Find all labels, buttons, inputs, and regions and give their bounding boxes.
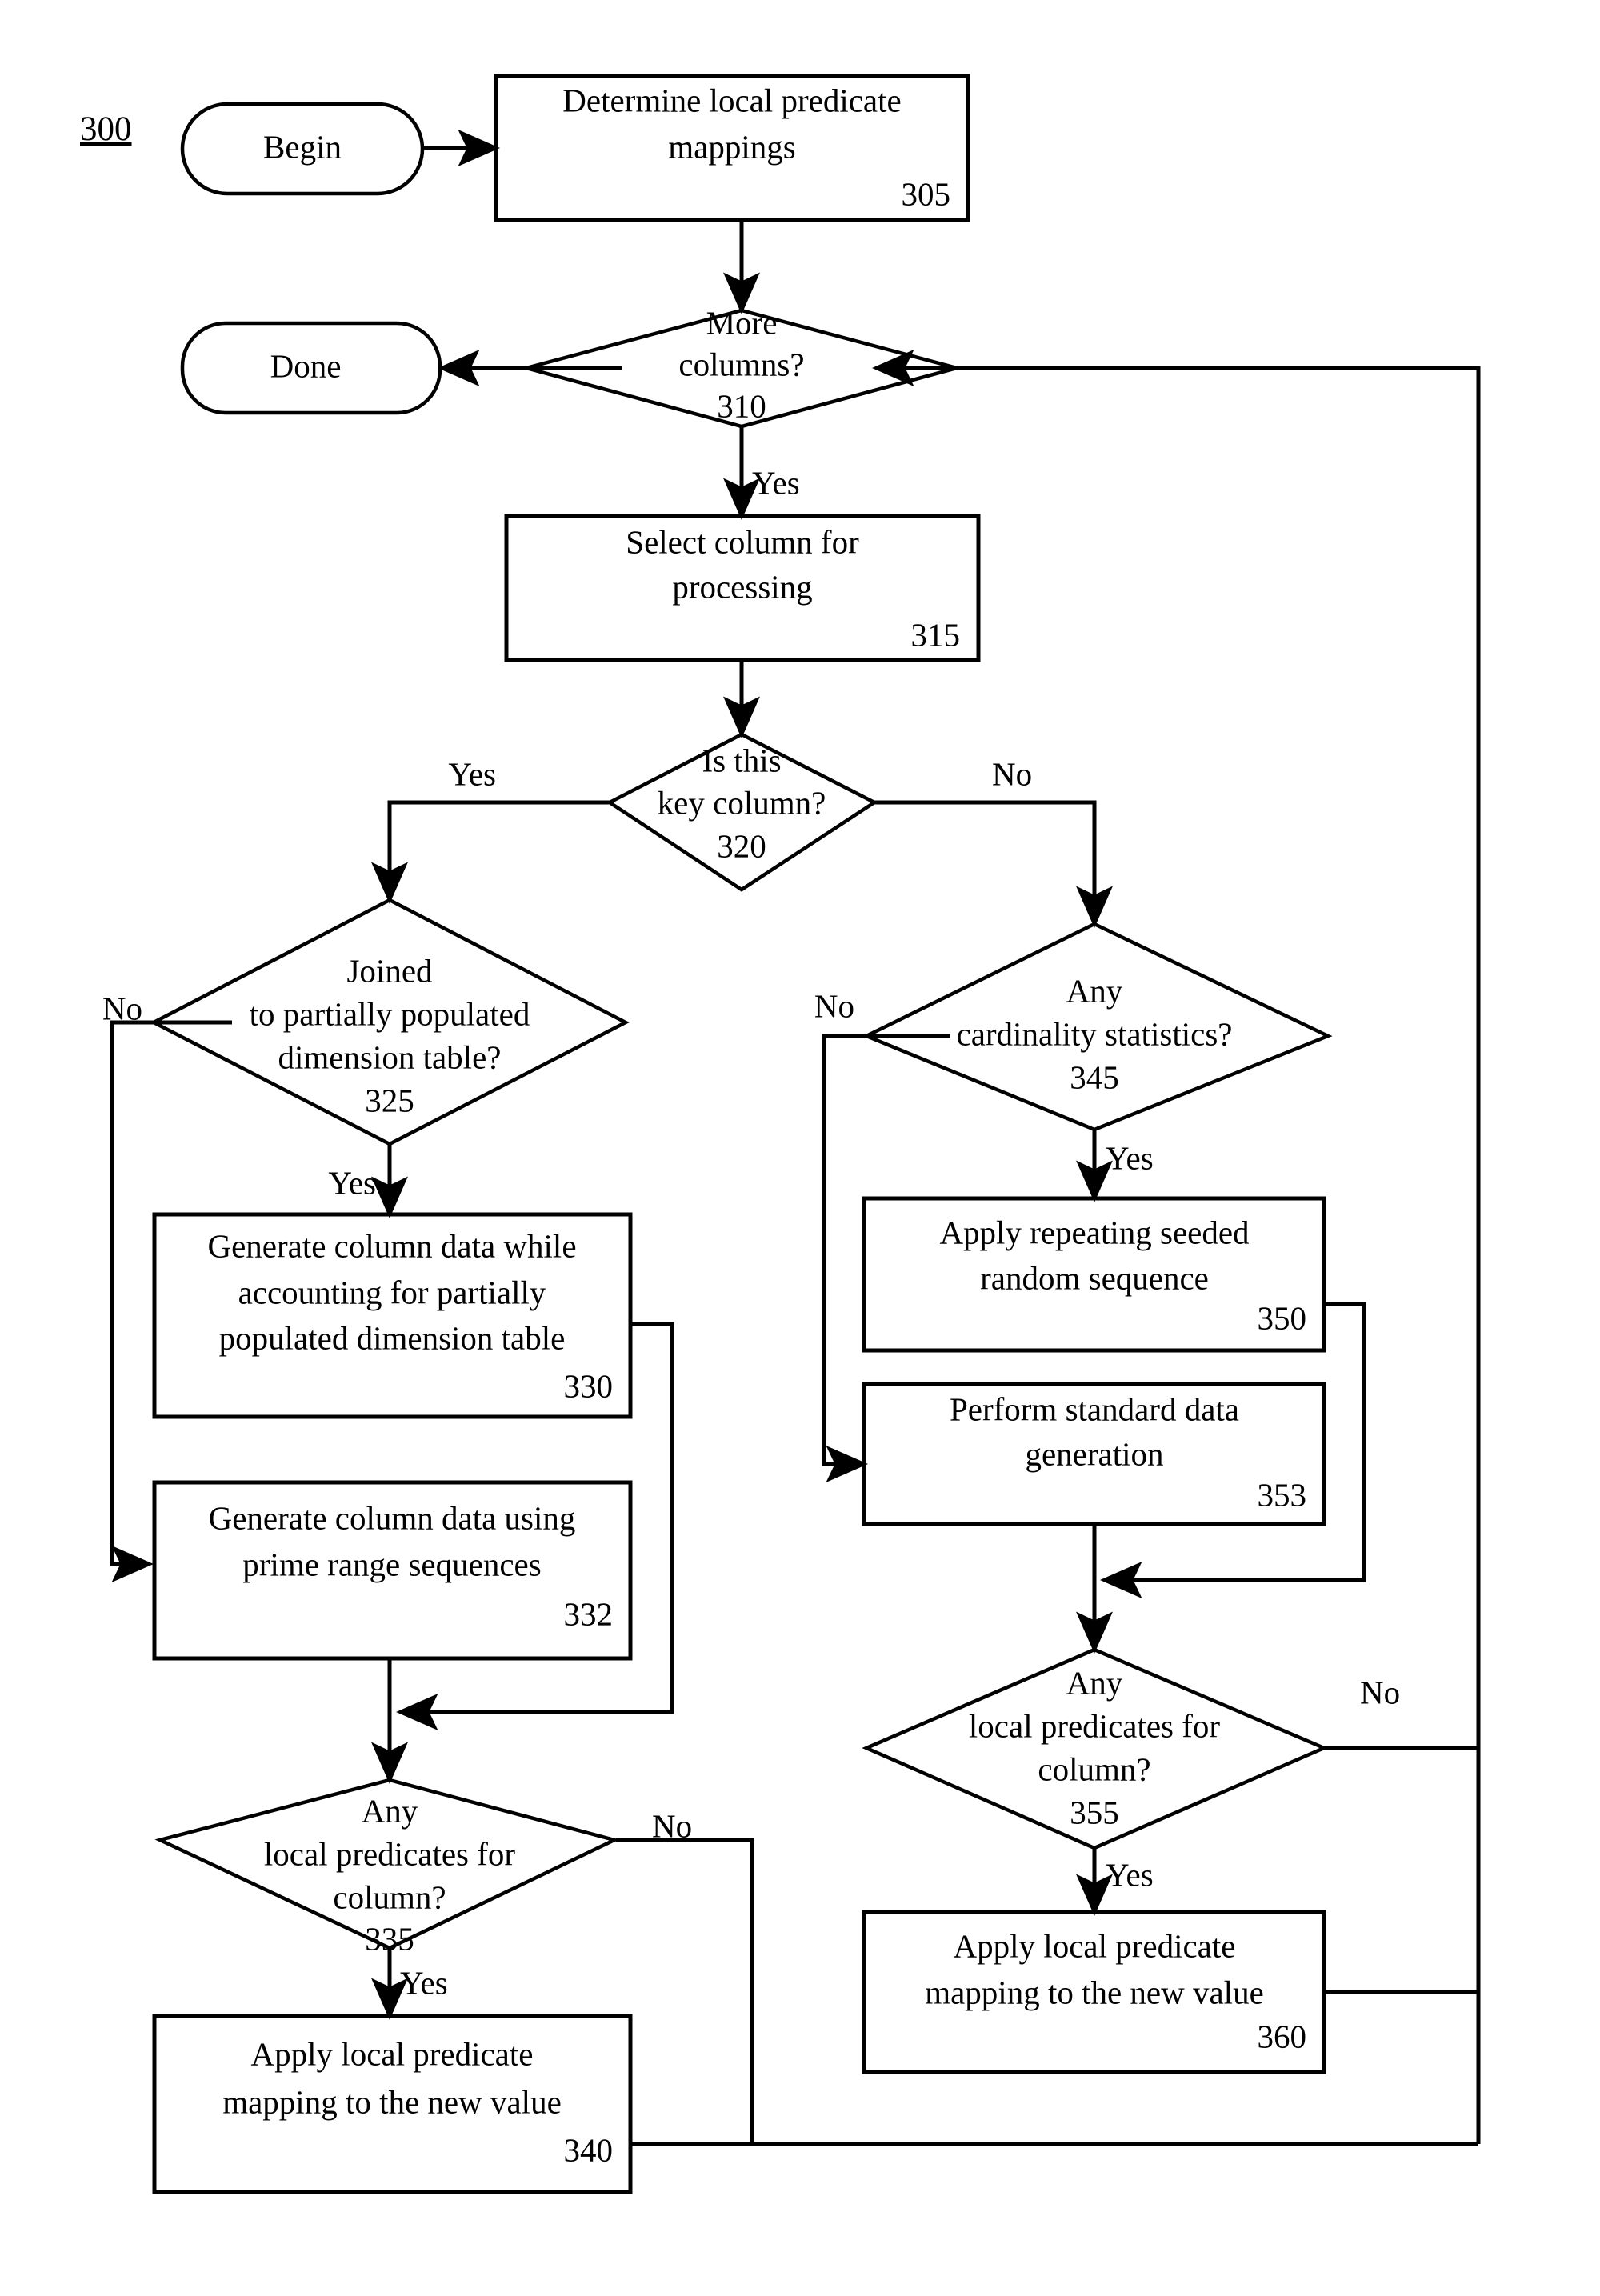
node-315: Select column for processing 315 <box>504 514 981 662</box>
node-315-ref: 315 <box>911 616 961 653</box>
edge-label-320-no: No <box>992 755 1032 792</box>
node-345-ref: 345 <box>1070 1058 1119 1095</box>
node-310-ref: 310 <box>717 387 766 424</box>
node-315-line-0: Select column for <box>626 523 859 560</box>
flowchart-svg: Begin Determine local predicate mappings… <box>80 74 1481 2194</box>
node-335-line-2: column? <box>333 1878 446 1915</box>
edge-335-no-to-return <box>616 1838 754 2144</box>
node-353-ref: 353 <box>1258 1476 1307 1513</box>
node-345: Any cardinality statistics? 345 <box>862 922 1333 1132</box>
node-330: Generate column data while accounting fo… <box>152 1212 633 1419</box>
node-335: Any local predicates for column? 335 <box>154 1778 620 1957</box>
node-310: More columns? 310 <box>519 304 964 429</box>
edge-label-335-yes: Yes <box>400 1964 448 2001</box>
node-350-ref: 350 <box>1258 1299 1307 1336</box>
edge-320-no-to-345 <box>870 800 1113 928</box>
node-320-line-0: Is this <box>702 742 781 778</box>
node-305: Determine local predicate mappings 305 <box>494 74 970 222</box>
node-350-line-1: random sequence <box>980 1259 1209 1296</box>
node-320: Is this key column? 320 <box>606 732 878 892</box>
node-340-line-0: Apply local predicate <box>251 2035 534 2072</box>
node-350-line-0: Apply repeating seeded <box>939 1214 1249 1250</box>
edge-label-310-yes: Yes <box>752 464 800 501</box>
node-320-line-1: key column? <box>658 784 826 821</box>
node-360: Apply local predicate mapping to the new… <box>862 1910 1326 2074</box>
edge-label-325-no: No <box>102 990 142 1026</box>
figure-canvas: Begin Determine local predicate mappings… <box>0 0 1600 2296</box>
node-340-ref: 340 <box>564 2131 614 2168</box>
node-332-line-1: prime range sequences <box>242 1546 541 1582</box>
node-330-line-0: Generate column data while <box>207 1227 576 1264</box>
figure-number-label: 300 <box>80 110 132 148</box>
node-355-line-2: column? <box>1038 1750 1150 1787</box>
node-353-line-0: Perform standard data <box>950 1390 1239 1427</box>
node-325-line-2: dimension table? <box>278 1038 502 1075</box>
node-335-line-0: Any <box>362 1792 418 1829</box>
node-345-line-0: Any <box>1066 972 1123 1009</box>
node-begin: Begin <box>180 102 425 196</box>
node-335-line-1: local predicates for <box>264 1835 516 1872</box>
edge-label-335-no: No <box>652 1807 692 1844</box>
edge-label-355-yes: Yes <box>1106 1856 1154 1893</box>
node-310-line-1: columns? <box>678 346 804 382</box>
node-320-ref: 320 <box>717 827 766 864</box>
edge-return-rail-to-310 <box>872 350 1481 2144</box>
node-305-ref: 305 <box>902 175 951 212</box>
node-325-line-1: to partially populated <box>250 995 530 1032</box>
node-355-line-0: Any <box>1066 1664 1123 1701</box>
node-332: Generate column data using prime range s… <box>152 1480 633 1661</box>
node-332-line-0: Generate column data using <box>209 1499 576 1536</box>
node-360-line-0: Apply local predicate <box>954 1927 1236 1964</box>
node-345-line-1: cardinality statistics? <box>957 1015 1233 1052</box>
node-begin-label: Begin <box>263 128 342 165</box>
node-355-ref: 355 <box>1070 1794 1119 1830</box>
edge-320-yes-to-325 <box>371 800 614 904</box>
node-355: Any local predicates for column? 355 <box>862 1647 1329 1850</box>
node-335-ref: 335 <box>365 1920 414 1957</box>
node-353: Perform standard data generation 353 <box>862 1382 1326 1526</box>
node-330-line-2: populated dimension table <box>219 1319 566 1356</box>
node-315-line-1: processing <box>672 568 812 605</box>
node-done: Done <box>180 321 442 415</box>
node-350: Apply repeating seeded random sequence 3… <box>862 1196 1326 1353</box>
node-340-line-1: mapping to the new value <box>222 2083 562 2120</box>
edge-label-345-yes: Yes <box>1106 1139 1154 1176</box>
node-325-ref: 325 <box>365 1082 414 1118</box>
node-330-ref: 330 <box>564 1367 614 1404</box>
node-305-line-1: mappings <box>668 128 795 165</box>
edge-label-355-no: No <box>1360 1674 1400 1710</box>
edge-345-no-to-353 <box>822 1034 950 1482</box>
edge-label-345-no: No <box>814 987 854 1024</box>
node-360-line-1: mapping to the new value <box>925 1974 1264 2010</box>
node-340: Apply local predicate mapping to the new… <box>152 2014 633 2194</box>
node-310-line-0: More <box>706 304 778 341</box>
node-325-line-0: Joined <box>346 952 432 989</box>
node-360-ref: 360 <box>1258 2018 1307 2054</box>
node-332-ref: 332 <box>564 1595 614 1632</box>
node-355-line-1: local predicates for <box>969 1707 1221 1744</box>
edge-label-320-yes: Yes <box>448 755 496 792</box>
node-done-label: Done <box>270 347 342 384</box>
node-330-line-1: accounting for partially <box>238 1274 546 1310</box>
node-353-line-1: generation <box>1025 1435 1163 1472</box>
edge-label-325-yes: Yes <box>328 1164 376 1201</box>
node-305-line-0: Determine local predicate <box>562 82 901 118</box>
